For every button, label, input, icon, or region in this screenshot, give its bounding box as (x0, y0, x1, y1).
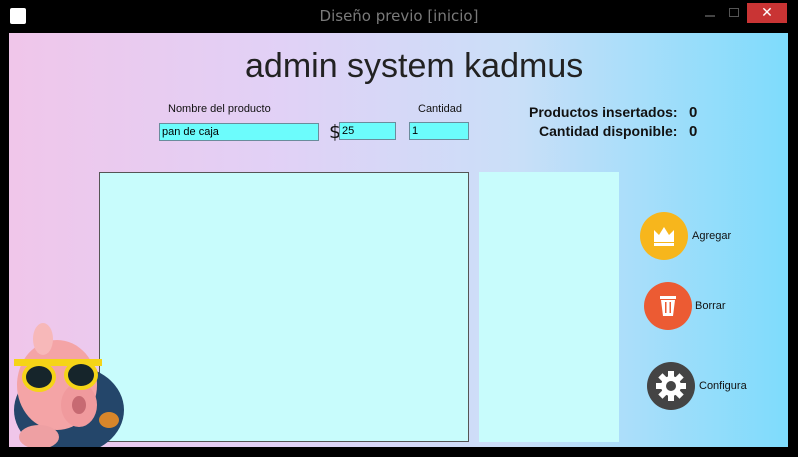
side-panel[interactable] (479, 172, 619, 442)
price-input[interactable]: 25 (339, 122, 396, 140)
close-button[interactable]: ✕ (747, 3, 787, 23)
piggy-bank-image (14, 323, 124, 447)
products-inserted-value: 0 (689, 104, 698, 121)
title-bar: Diseño previo [inicio] ✕ (0, 0, 798, 32)
available-quantity-value: 0 (689, 123, 698, 140)
minimize-button[interactable] (697, 3, 723, 23)
main-content: admin system kadmus Nombre del producto … (9, 33, 788, 447)
products-inserted-label: Productos insertados: (529, 104, 678, 120)
add-button-label: Agregar (692, 230, 732, 242)
app-window: Diseño previo [inicio] ✕ admin system ka… (0, 0, 798, 457)
product-name-label: Nombre del producto (168, 103, 271, 115)
delete-button-label: Borrar (695, 300, 726, 312)
maximize-button[interactable] (723, 3, 747, 23)
window-title: Diseño previo [inicio] (319, 7, 479, 25)
crown-icon[interactable] (640, 212, 688, 260)
settings-button-label: Configura (699, 380, 747, 392)
quantity-label: Cantidad (418, 103, 463, 115)
quantity-input[interactable]: 1 (409, 122, 469, 140)
app-title: admin system kadmus (245, 47, 584, 85)
product-name-input[interactable]: pan de caja (159, 123, 319, 141)
trash-icon[interactable] (644, 282, 692, 330)
available-quantity-label: Cantidad disponible: (539, 123, 678, 139)
gear-icon[interactable] (647, 362, 695, 410)
products-list-panel[interactable] (99, 172, 469, 442)
